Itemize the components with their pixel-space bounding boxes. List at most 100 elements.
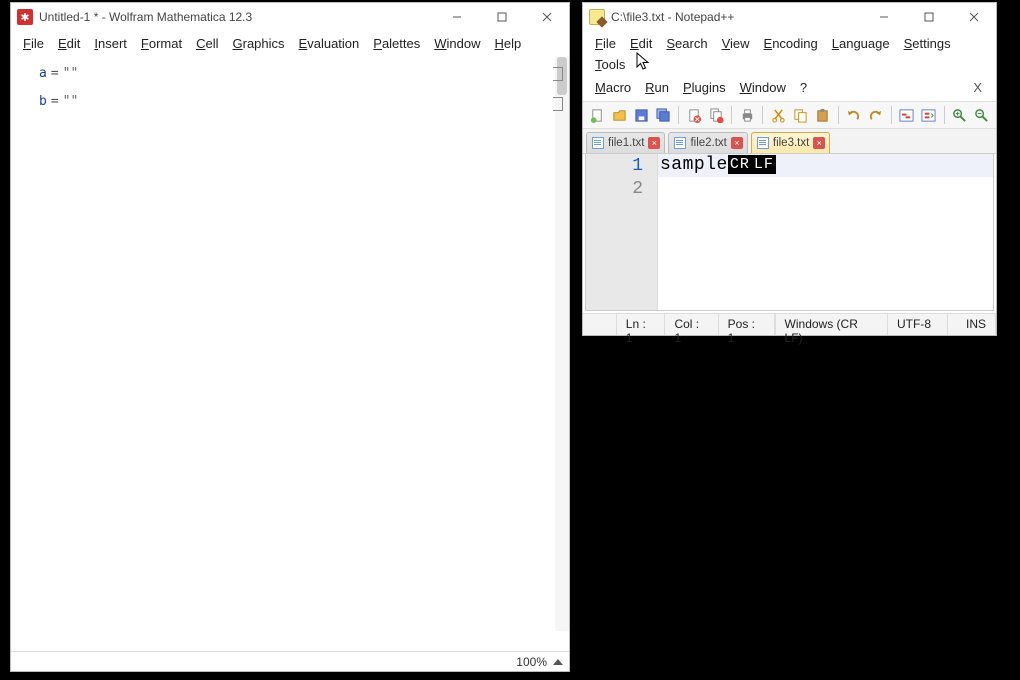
file-tab-file1txt[interactable]: file1.txt × [586, 132, 665, 153]
notepadpp-window: C:\file3.txt - Notepad++ FileEditSearchV… [582, 2, 997, 336]
status-pos: Pos : 1 [719, 314, 775, 335]
editor-line[interactable] [658, 177, 993, 200]
copy-icon[interactable] [791, 105, 809, 125]
cell-bracket-icon[interactable] [553, 97, 563, 111]
menu-macro[interactable]: Macro [589, 78, 637, 97]
close-all-icon[interactable] [707, 105, 725, 125]
menu-format[interactable]: Format [135, 34, 188, 53]
npp-menubar: FileEditSearchViewEncodingLanguageSettin… [583, 31, 996, 101]
npp-editor[interactable]: 12 sampleCRLF [585, 154, 994, 311]
npp-titlebar[interactable]: C:\file3.txt - Notepad++ [583, 3, 996, 31]
mathematica-window: ✱ Untitled-1 * - Wolfram Mathematica 12.… [10, 2, 570, 672]
open-icon[interactable] [610, 105, 628, 125]
menu-language[interactable]: Language [826, 34, 896, 53]
toolbar-separator [731, 106, 732, 124]
tab-label: file1.txt [608, 137, 644, 149]
editor-line[interactable]: sampleCRLF [658, 154, 993, 177]
menu-settings[interactable]: Settings [898, 34, 957, 53]
maximize-button[interactable] [906, 3, 951, 31]
minimize-button[interactable] [434, 3, 479, 31]
file-tab-file2txt[interactable]: file2.txt × [668, 132, 747, 153]
minimize-button[interactable] [861, 3, 906, 31]
npp-app-icon [589, 9, 605, 25]
save-all-icon[interactable] [654, 105, 672, 125]
menu-edit[interactable]: Edit [52, 34, 86, 53]
zoom-level[interactable]: 100% [516, 655, 547, 669]
menu-encoding[interactable]: Encoding [758, 34, 824, 53]
menu-[interactable]: ? [794, 78, 813, 97]
mathematica-title: Untitled-1 * - Wolfram Mathematica 12.3 [39, 10, 252, 24]
variable: a [39, 65, 47, 83]
line-number-gutter: 12 [586, 154, 658, 310]
maximize-button[interactable] [479, 3, 524, 31]
close-button[interactable] [951, 3, 996, 31]
toolbar-separator [762, 106, 763, 124]
line-text: sample [660, 155, 728, 175]
tab-close-icon[interactable]: × [813, 137, 825, 149]
tab-close-icon[interactable]: × [731, 137, 743, 149]
zoom-in-icon[interactable] [951, 105, 969, 125]
string-value: "" [63, 65, 79, 83]
menu-evaluation[interactable]: Evaluation [293, 34, 366, 53]
find-icon[interactable] [898, 105, 916, 125]
tab-close-icon[interactable]: × [648, 137, 660, 149]
menubar-close-doc[interactable]: X [965, 78, 990, 97]
toolbar-separator [838, 106, 839, 124]
editor-body[interactable]: sampleCRLF [658, 154, 993, 310]
status-ins: INS [948, 314, 996, 335]
menu-window[interactable]: Window [428, 34, 486, 53]
status-spacer [583, 314, 617, 335]
new-file-icon[interactable] [588, 105, 606, 125]
cut-icon[interactable] [769, 105, 787, 125]
close-file-icon[interactable] [685, 105, 703, 125]
eol-cr-icon: CR [728, 155, 752, 174]
menu-run[interactable]: Run [639, 78, 675, 97]
cell-bracket-icon[interactable] [553, 67, 563, 81]
equals: = [51, 93, 59, 111]
menu-search[interactable]: Search [660, 34, 713, 53]
npp-tabbar: file1.txt × file2.txt × file3.txt × [583, 129, 996, 154]
file-icon [674, 137, 686, 149]
menu-cell[interactable]: Cell [190, 34, 224, 53]
scrollbar[interactable] [555, 57, 569, 631]
menu-view[interactable]: View [716, 34, 756, 53]
menu-insert[interactable]: Insert [88, 34, 133, 53]
menu-graphics[interactable]: Graphics [227, 34, 291, 53]
zoom-menu-icon[interactable] [553, 659, 563, 665]
close-button[interactable] [524, 3, 569, 31]
file-icon [757, 137, 769, 149]
save-icon[interactable] [632, 105, 650, 125]
menu-file[interactable]: File [589, 34, 622, 53]
mathematica-titlebar[interactable]: ✱ Untitled-1 * - Wolfram Mathematica 12.… [11, 3, 569, 31]
menu-help[interactable]: Help [489, 34, 528, 53]
mathematica-editor[interactable]: a=""b="" [11, 57, 569, 651]
string-value: "" [63, 93, 79, 111]
zoom-out-icon[interactable] [973, 105, 991, 125]
replace-icon[interactable] [920, 105, 938, 125]
file-tab-file3txt[interactable]: file3.txt × [751, 132, 830, 153]
tab-label: file3.txt [773, 137, 809, 149]
tab-label: file2.txt [690, 137, 726, 149]
status-encoding: UTF-8 [888, 314, 948, 335]
undo-icon[interactable] [845, 105, 863, 125]
status-ln: Ln : 1 [617, 314, 666, 335]
file-icon [592, 137, 604, 149]
menu-plugins[interactable]: Plugins [677, 78, 732, 97]
paste-icon[interactable] [814, 105, 832, 125]
print-icon[interactable] [738, 105, 756, 125]
menu-edit[interactable]: Edit [624, 34, 658, 53]
menu-tools[interactable]: Tools [589, 55, 631, 74]
menu-palettes[interactable]: Palettes [367, 34, 426, 53]
mathematica-app-icon: ✱ [17, 9, 33, 25]
line-number: 1 [586, 155, 643, 178]
variable: b [39, 93, 47, 111]
input-cell[interactable]: a="" [39, 65, 565, 93]
menu-window[interactable]: Window [734, 78, 792, 97]
menu-file[interactable]: File [17, 34, 50, 53]
status-eol: Windows (CR LF) [776, 314, 888, 335]
toolbar-separator [891, 106, 892, 124]
mathematica-menubar: FileEditInsertFormatCellGraphicsEvaluati… [11, 31, 569, 57]
equals: = [51, 65, 59, 83]
input-cell[interactable]: b="" [39, 93, 565, 121]
redo-icon[interactable] [867, 105, 885, 125]
